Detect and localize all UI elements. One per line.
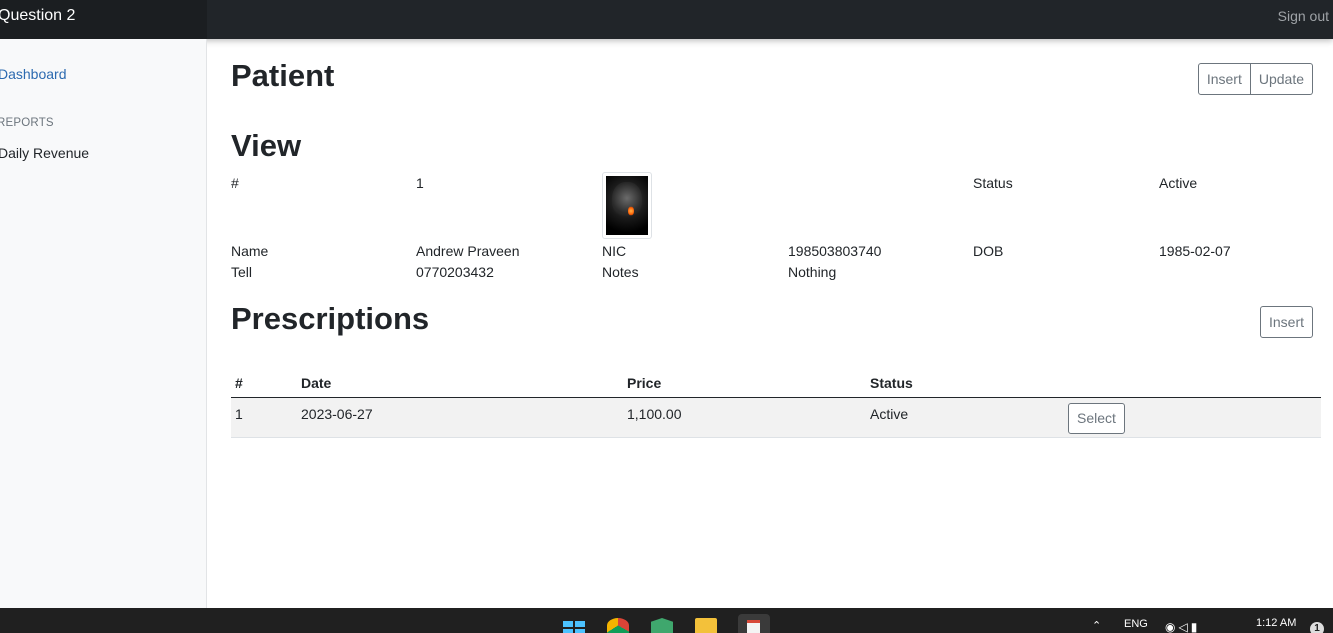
page-title: Patient	[231, 58, 335, 93]
column-header-price: Price	[627, 375, 662, 391]
patient-photo	[602, 172, 652, 239]
file-explorer-icon[interactable]	[695, 618, 717, 633]
row-price: 1,100.00	[627, 406, 682, 422]
table-row: 1 2023-06-27 1,100.00 Active Select	[231, 398, 1321, 438]
dob-label: DOB	[973, 243, 1004, 259]
notification-icon[interactable]: 1	[1310, 622, 1324, 633]
prescriptions-heading: Prescriptions	[231, 301, 430, 336]
column-header-status: Status	[870, 375, 913, 391]
sidebar-heading-reports: REPORTS	[0, 117, 54, 129]
tell-value: 0770203432	[416, 264, 494, 280]
chevron-up-icon[interactable]: ⌃	[1092, 619, 1101, 632]
taskbar: ⌃ ENG ◉◁▮ 1:12 AM 1	[0, 608, 1333, 633]
status-value: Active	[1159, 175, 1198, 191]
prescriptions-table: # Date Price Status 1 2023-06-27 1,100.0…	[231, 373, 1321, 438]
row-id: 1	[235, 406, 243, 422]
nic-label: NIC	[602, 243, 627, 259]
lion-image-icon	[606, 176, 648, 235]
top-navbar: Question 2 Sign out	[0, 0, 1333, 39]
sidebar: Dashboard REPORTS Daily Revenue	[0, 39, 207, 608]
id-value: 1	[416, 175, 424, 191]
row-date: 2023-06-27	[301, 406, 373, 422]
id-label: #	[231, 175, 239, 191]
column-header-date: Date	[301, 375, 332, 391]
row-status: Active	[870, 406, 909, 422]
notepad-icon[interactable]	[738, 614, 770, 633]
name-value: Andrew Praveen	[416, 243, 520, 259]
brand-label: Question 2	[0, 7, 76, 24]
select-button[interactable]: Select	[1068, 403, 1125, 434]
tell-label: Tell	[231, 264, 253, 280]
windows-start-icon[interactable]	[563, 618, 585, 633]
patient-actions: Insert Update	[1197, 63, 1313, 95]
sidebar-item-dashboard[interactable]: Dashboard	[0, 66, 67, 82]
chrome-icon[interactable]	[607, 618, 629, 633]
sidebar-item-daily-revenue[interactable]: Daily Revenue	[0, 145, 89, 161]
prescription-insert-button[interactable]: Insert	[1259, 306, 1313, 338]
table-header: # Date Price Status	[231, 373, 1321, 398]
column-header-id: #	[235, 375, 243, 391]
notes-value: Nothing	[788, 264, 837, 280]
signout-link[interactable]: Sign out	[1278, 8, 1329, 24]
update-button[interactable]: Update	[1250, 63, 1313, 95]
brand[interactable]: Question 2	[0, 0, 207, 39]
dob-value: 1985-02-07	[1159, 243, 1231, 259]
view-heading: View	[231, 128, 302, 163]
insert-button[interactable]: Insert	[1197, 63, 1251, 95]
clock[interactable]: 1:12 AM	[1256, 617, 1296, 629]
app-cube-icon[interactable]	[651, 618, 673, 633]
notes-label: Notes	[602, 264, 639, 280]
name-label: Name	[231, 243, 269, 259]
nic-value: 198503803740	[788, 243, 882, 259]
status-label: Status	[973, 175, 1013, 191]
system-tray-icons[interactable]: ◉◁▮	[1165, 620, 1200, 633]
language-indicator[interactable]: ENG	[1124, 618, 1148, 630]
